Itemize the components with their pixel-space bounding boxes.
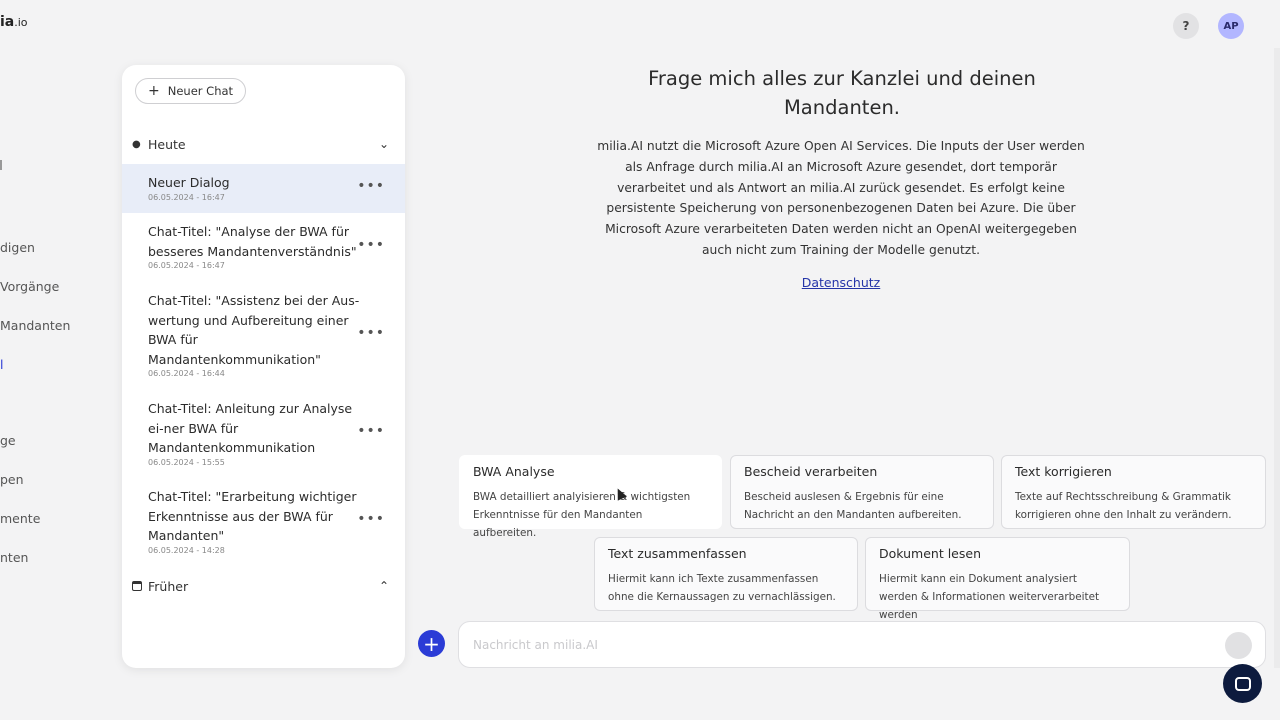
chat-date: 06.05.2024 - 16:44 — [148, 369, 225, 378]
suggestion-card-dokument-lesen[interactable]: Dokument lesen Hiermit kann ein Dokument… — [865, 537, 1130, 621]
nav-item-mandanten[interactable]: Mandanten — [0, 318, 70, 333]
section-today-label: Heute — [148, 136, 186, 152]
section-today-header[interactable]: ● Heute ⌄ — [132, 134, 389, 154]
new-chat-label: Neuer Chat — [167, 84, 234, 98]
card-title: Text zusammenfassen — [608, 546, 747, 561]
more-options-icon[interactable]: ••• — [357, 423, 385, 439]
section-earlier-label: Früher — [148, 578, 189, 594]
card-description: Texte auf Rechtsschreibung & Grammatik k… — [1015, 491, 1232, 521]
chat-date: 06.05.2024 - 14:28 — [148, 545, 225, 555]
chat-item-selected[interactable]: Neuer Dialog 06.05.2024 - 16:47 ••• — [122, 164, 405, 213]
plus-icon: + — [148, 83, 160, 99]
suggestion-card-text-korrigieren[interactable]: Text korrigieren Texte auf Rechtsschreib… — [1001, 455, 1266, 529]
chat-item[interactable]: Chat-Titel: "Analyse der BWA für bessere… — [122, 222, 405, 278]
add-attachment-button[interactable]: + — [418, 630, 445, 657]
chat-title: Chat-Titel: Anleitung zur Analyse ei-ner… — [148, 401, 353, 455]
card-title: BWA Analyse — [473, 464, 555, 479]
message-input[interactable] — [473, 622, 1213, 667]
more-options-icon[interactable]: ••• — [357, 237, 385, 253]
nav-item-ai-active[interactable]: l — [0, 357, 3, 372]
more-options-icon[interactable]: ••• — [357, 511, 385, 527]
card-title: Bescheid verarbeiten — [744, 464, 878, 479]
new-chat-button[interactable]: + Neuer Chat — [135, 78, 247, 104]
chat-title: Chat-Titel: "Erarbeitung wichtiger Erken… — [148, 489, 357, 543]
card-description: BWA detailliert analyisieren & wichtigst… — [473, 491, 691, 539]
calendar-icon — [132, 581, 142, 591]
card-title: Text korrigieren — [1015, 464, 1112, 479]
privacy-link[interactable]: Datenschutz — [741, 275, 941, 290]
main-navigation: digen Vorgänge Mandanten l ge pen mente … — [0, 0, 110, 720]
chat-date: 06.05.2024 - 16:47 — [148, 261, 225, 270]
nav-item-8[interactable]: nten — [0, 550, 28, 565]
more-options-icon[interactable]: ••• — [357, 178, 385, 194]
nav-item-vorgaenge[interactable]: Vorgänge — [0, 279, 59, 294]
privacy-info-text: milia.AI nutzt die Microsoft Azure Open … — [597, 139, 1085, 257]
message-composer — [458, 621, 1266, 668]
suggestion-card-text-zusammenfassen[interactable]: Text zusammenfassen Hiermit kann ich Tex… — [594, 537, 858, 611]
chat-bubble-icon — [1234, 676, 1251, 691]
page-headline: Frage mich alles zur Kanzlei und deinen … — [648, 67, 1036, 119]
page-scrollbar[interactable] — [1274, 48, 1280, 668]
suggestion-card-bescheid[interactable]: Bescheid verarbeiten Bescheid auslesen &… — [730, 455, 994, 529]
chat-date: 06.05.2024 - 16:47 — [148, 192, 225, 202]
user-avatar[interactable]: AP — [1218, 13, 1244, 39]
nav-marker — [0, 160, 2, 170]
nav-item-7[interactable]: mente — [0, 511, 40, 526]
chat-item[interactable]: Chat-Titel: "Assistenz bei der Aus-wertu… — [122, 291, 405, 383]
chat-item[interactable]: Chat-Titel: "Erarbeitung wichtiger Erken… — [122, 487, 405, 559]
nav-item-5[interactable]: ge — [0, 433, 16, 448]
chat-title: Chat-Titel: "Analyse der BWA für bessere… — [148, 224, 357, 259]
send-button[interactable] — [1225, 632, 1252, 659]
chat-title: Neuer Dialog — [148, 175, 230, 190]
chat-history-panel: + Neuer Chat ● Heute ⌄ Neuer Dialog 06.0… — [122, 65, 405, 668]
chevron-down-icon: ⌄ — [378, 137, 389, 151]
bullet-icon: ● — [132, 138, 141, 150]
more-options-icon[interactable]: ••• — [357, 325, 385, 341]
header-actions: ? AP — [1173, 13, 1244, 39]
card-description: Hiermit kann ein Dokument analysiert wer… — [879, 573, 1100, 621]
section-earlier-header[interactable]: Früher ⌃ — [132, 576, 389, 596]
support-chat-button[interactable] — [1223, 664, 1262, 703]
chat-title: Chat-Titel: "Assistenz bei der Aus-wertu… — [148, 293, 360, 367]
card-title: Dokument lesen — [879, 546, 982, 561]
chat-item[interactable]: Chat-Titel: Anleitung zur Analyse ei-ner… — [122, 399, 405, 471]
nav-item-1[interactable]: digen — [0, 240, 35, 255]
card-description: Bescheid auslesen & Ergebnis für eine Na… — [744, 491, 962, 521]
card-description: Hiermit kann ich Texte zusammenfassen oh… — [608, 573, 836, 603]
help-button[interactable]: ? — [1173, 13, 1199, 39]
nav-item-6[interactable]: pen — [0, 472, 24, 487]
chat-date: 06.05.2024 - 15:55 — [148, 457, 225, 467]
chevron-up-icon: ⌃ — [378, 579, 389, 593]
suggestion-card-bwa-analyse[interactable]: BWA Analyse BWA detailliert analyisieren… — [459, 455, 722, 539]
